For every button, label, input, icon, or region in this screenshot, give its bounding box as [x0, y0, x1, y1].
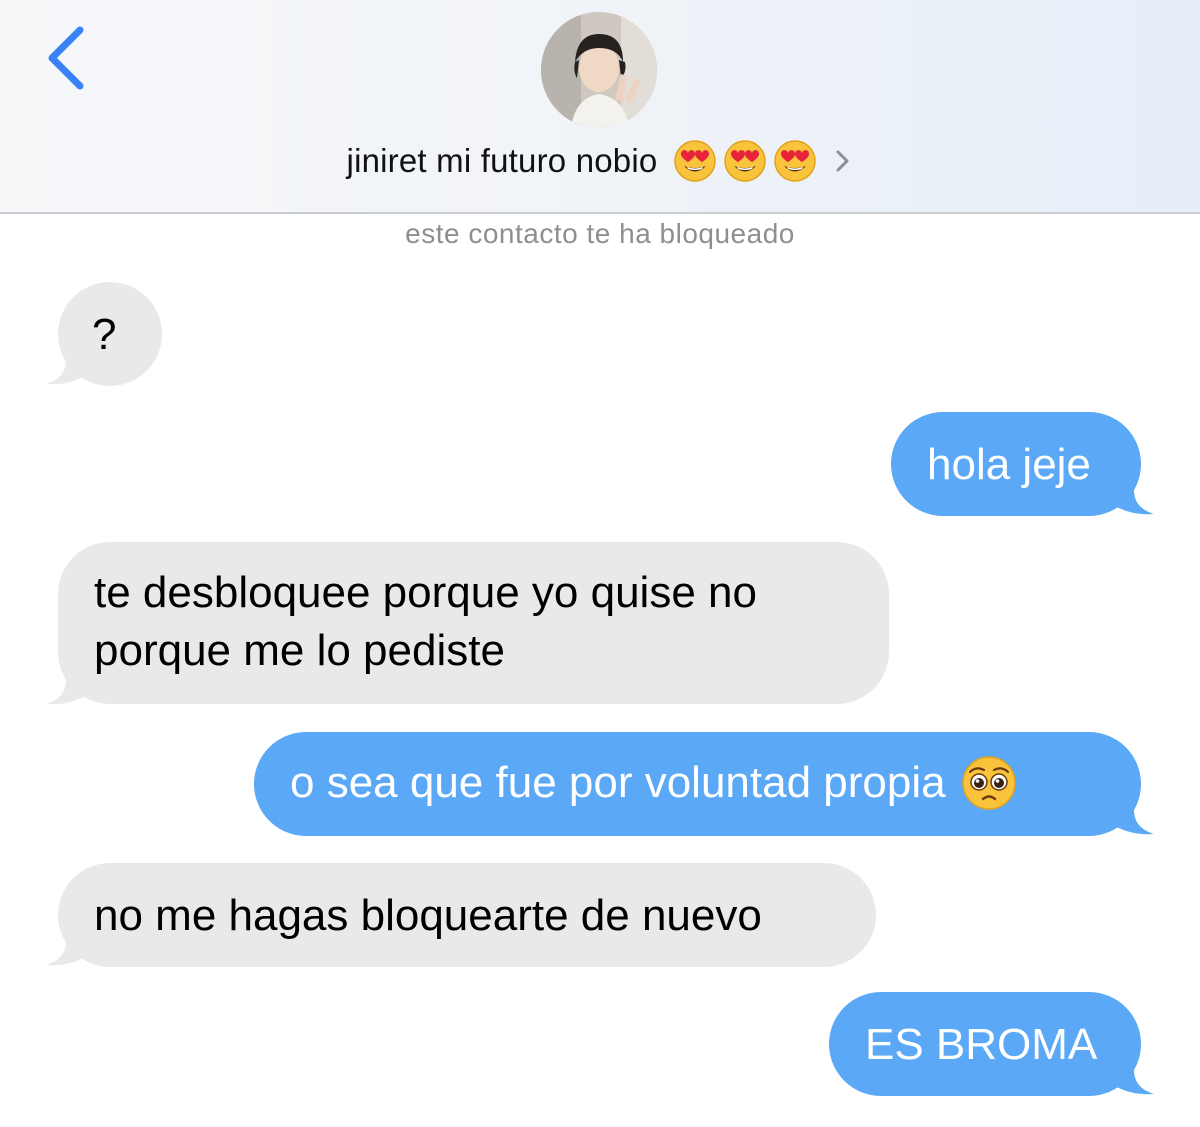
pleading-face-emoji	[961, 756, 1016, 811]
chevron-left-icon[interactable]	[40, 22, 96, 94]
message-bubble-incoming[interactable]: ?	[58, 282, 162, 386]
heart-eyes-emoji	[774, 140, 817, 182]
avatar-photo	[541, 12, 657, 128]
blocked-notice: este contacto te ha bloqueado	[405, 218, 795, 249]
message-text-line: porque me lo pediste	[94, 626, 505, 675]
contact-name[interactable]: jiniret mi futuro nobio	[347, 142, 658, 180]
message-bubble-outgoing[interactable]: o sea que fue por voluntad propia	[254, 732, 1141, 836]
conversation-header: jiniret mi futuro nobio	[0, 0, 1200, 214]
heart-eyes-emoji	[674, 140, 717, 182]
message-bubble-incoming[interactable]: no me hagas bloquearte de nuevo	[58, 863, 876, 967]
back-button[interactable]	[40, 22, 96, 94]
imessage-conversation: jiniret mi futuro nobio este contacto te…	[0, 0, 1200, 1127]
message-text-line: te desbloquee porque yo quise no	[94, 568, 757, 617]
message-bubble-incoming[interactable]: te desbloquee porque yo quise no porque …	[58, 542, 889, 704]
message-text: no me hagas bloquearte de nuevo	[94, 891, 762, 941]
contact-avatar[interactable]	[541, 12, 657, 128]
message-text: ?	[92, 310, 117, 360]
chevron-right-icon[interactable]	[833, 147, 853, 175]
contact-name-row[interactable]: jiniret mi futuro nobio	[0, 136, 1200, 186]
heart-eyes-emoji	[724, 140, 767, 182]
message-bubble-outgoing[interactable]: hola jeje	[891, 412, 1141, 516]
message-text: ES BROMA	[865, 1020, 1098, 1070]
message-text: o sea que fue por voluntad propia	[290, 758, 946, 808]
contact-name-emojis	[673, 139, 817, 183]
message-bubble-outgoing[interactable]: ES BROMA	[829, 992, 1141, 1096]
message-text: hola jeje	[927, 440, 1091, 490]
